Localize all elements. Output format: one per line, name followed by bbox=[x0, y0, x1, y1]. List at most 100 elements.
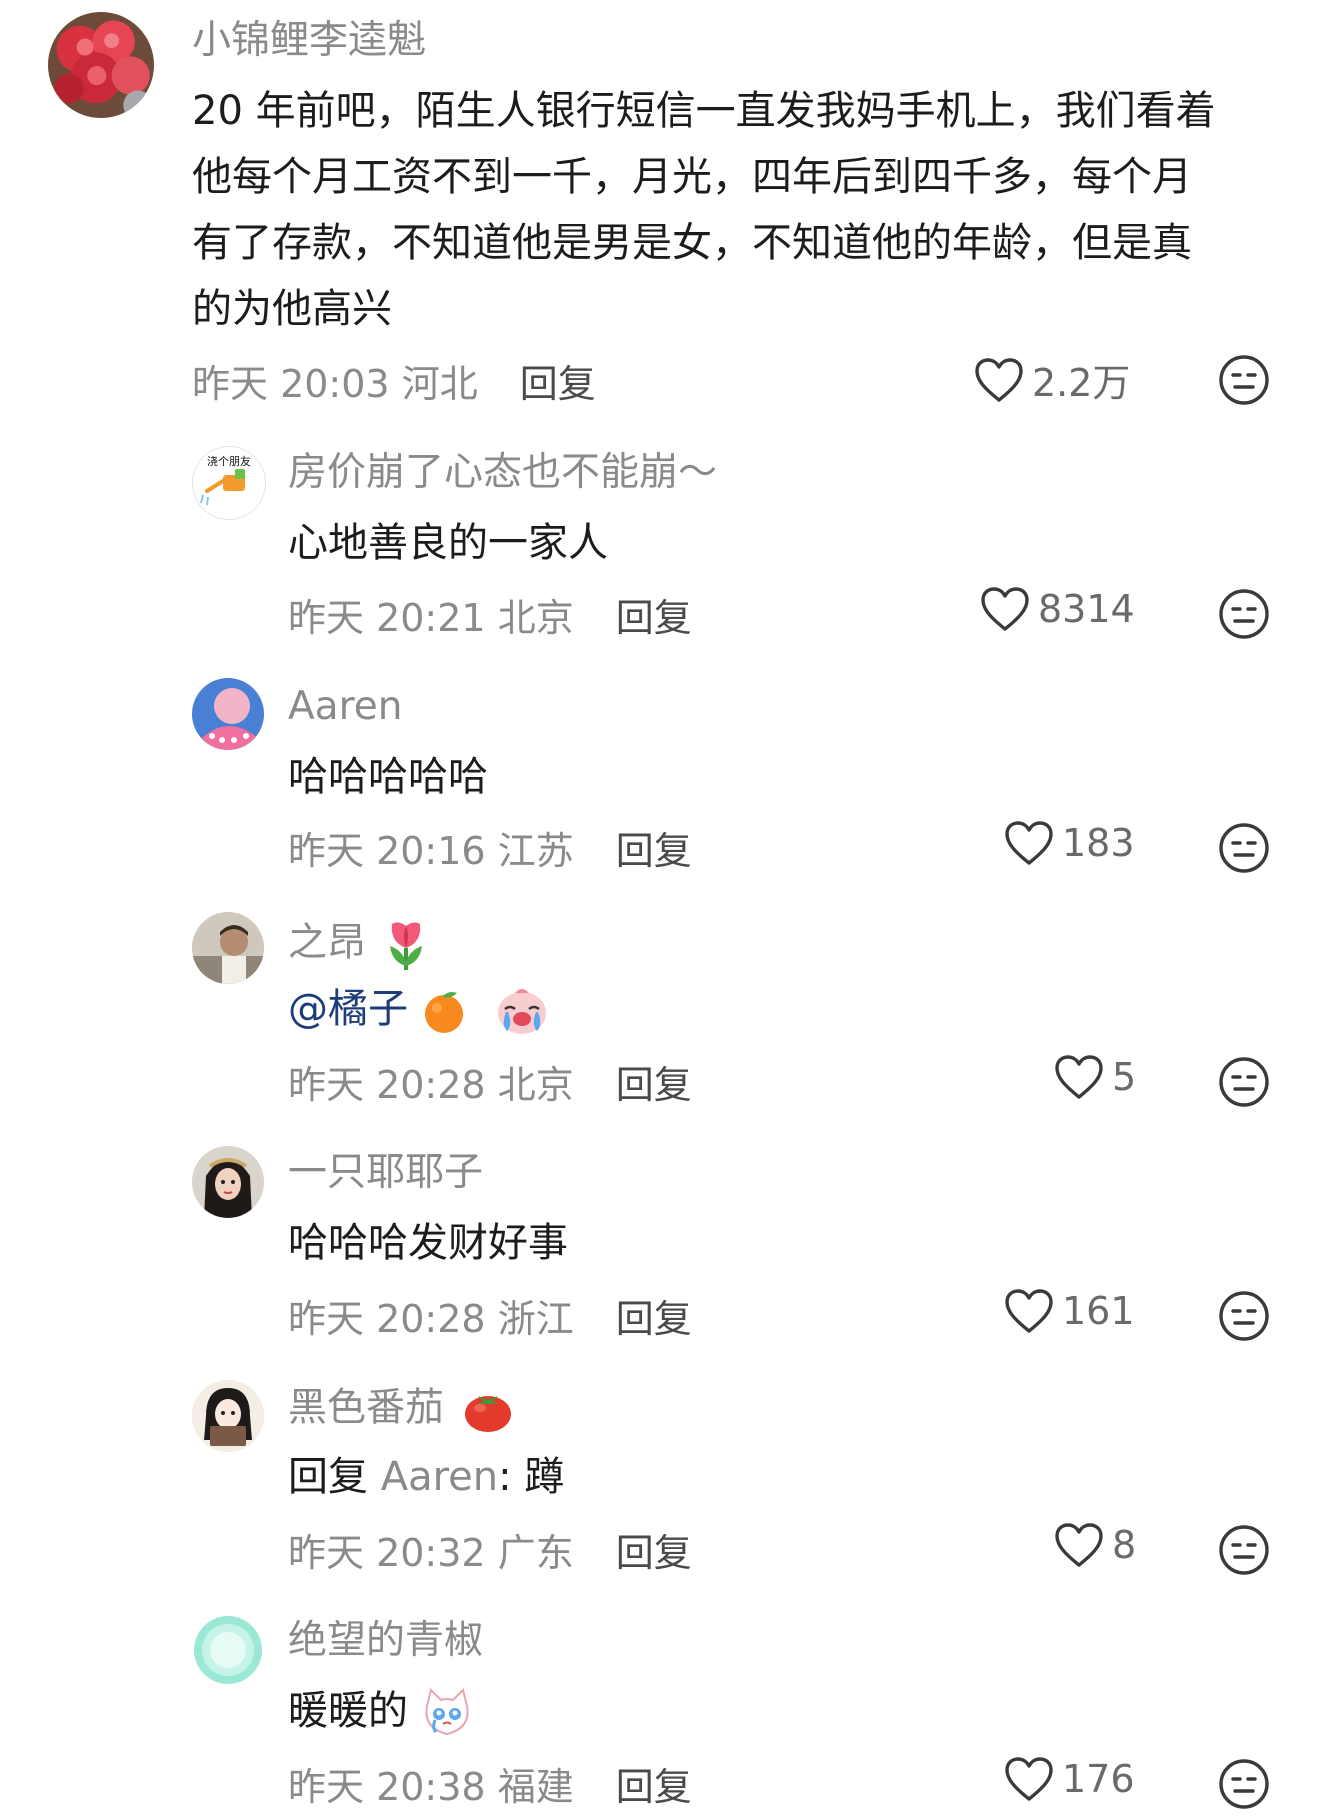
heart-outline-icon bbox=[1005, 1757, 1053, 1801]
tulip-emoji bbox=[390, 922, 423, 970]
comment-time: 昨天 20:28 bbox=[288, 1297, 486, 1341]
comment-meta: 昨天 20:21 北京 回复 bbox=[288, 587, 692, 642]
comment-location: 浙江 bbox=[497, 1297, 574, 1341]
comment-time: 昨天 20:38 bbox=[288, 1765, 486, 1809]
comment-text: 哈哈哈哈哈 bbox=[288, 754, 488, 800]
like-count: 176 bbox=[1062, 1757, 1135, 1801]
comment-text: 暖暖的 bbox=[288, 1678, 473, 1744]
comment-meta: 昨天 20:16 江苏 回复 bbox=[288, 820, 692, 875]
username[interactable]: Aaren bbox=[288, 685, 402, 729]
comment-meta: 昨天 20:28 浙江 回复 bbox=[288, 1288, 692, 1343]
reply-button[interactable]: 回复 bbox=[616, 596, 692, 640]
like-button[interactable]: 176 bbox=[1004, 1756, 1135, 1802]
reply-button[interactable]: 回复 bbox=[616, 829, 692, 873]
avatar-mint-circle-image bbox=[194, 1616, 262, 1684]
comment-text: @橘子 bbox=[288, 976, 551, 1042]
comment-body: 暖暖的 bbox=[288, 1688, 408, 1734]
avatar-person-image bbox=[192, 912, 264, 984]
neutral-face-icon[interactable] bbox=[1218, 588, 1270, 640]
avatar-watering-can-image: 浇个朋友 bbox=[200, 454, 251, 506]
comment-meta: 昨天 20:38 福建 回复 bbox=[288, 1756, 692, 1811]
avatar[interactable] bbox=[192, 1614, 264, 1686]
comment-time: 昨天 20:32 bbox=[288, 1531, 486, 1575]
neutral-face-icon[interactable] bbox=[1218, 354, 1270, 406]
comment-text-line: 20 年前吧，陌生人银行短信一直发我妈手机上，我们看着 bbox=[192, 88, 1216, 134]
avatar-person-image bbox=[192, 1146, 264, 1218]
avatar[interactable]: 浇个朋友 bbox=[192, 446, 266, 520]
username[interactable]: 黑色番茄 bbox=[288, 1386, 514, 1434]
heart-outline-icon bbox=[981, 587, 1029, 631]
avatar[interactable] bbox=[192, 1380, 264, 1452]
reply-button[interactable]: 回复 bbox=[616, 1531, 692, 1575]
username-text: 之昂 bbox=[288, 920, 367, 966]
comment-text: 哈哈哈发财好事 bbox=[288, 1220, 568, 1266]
like-count: 2.2万 bbox=[1032, 361, 1131, 405]
heart-outline-icon bbox=[1055, 1055, 1103, 1099]
reply-button[interactable]: 回复 bbox=[520, 362, 596, 406]
comment-text-line: 的为他高兴 bbox=[192, 286, 392, 332]
comment-location: 河北 bbox=[401, 362, 478, 406]
username[interactable]: 绝望的青椒 bbox=[288, 1619, 483, 1663]
like-button[interactable]: 8 bbox=[1054, 1522, 1136, 1568]
reply-button[interactable]: 回复 bbox=[616, 1063, 692, 1107]
mention-link[interactable]: @橘子 bbox=[288, 986, 408, 1032]
username[interactable]: 一只耶耶子 bbox=[288, 1151, 483, 1195]
avatar[interactable] bbox=[192, 678, 264, 750]
like-count: 161 bbox=[1062, 1289, 1135, 1333]
like-button[interactable]: 161 bbox=[1004, 1288, 1135, 1334]
comment-location: 广东 bbox=[497, 1531, 574, 1575]
comment-time: 昨天 20:16 bbox=[288, 829, 486, 873]
comment-text: 20 年前吧，陌生人银行短信一直发我妈手机上，我们看着 他每个月工资不到一千，月… bbox=[192, 78, 1216, 342]
crying-cat-emoji bbox=[425, 1688, 469, 1736]
heart-outline-icon bbox=[1055, 1523, 1103, 1567]
neutral-face-icon[interactable] bbox=[1218, 1056, 1270, 1108]
like-count: 8314 bbox=[1038, 587, 1135, 631]
reply-button[interactable]: 回复 bbox=[616, 1297, 692, 1341]
reply-button[interactable]: 回复 bbox=[616, 1765, 692, 1809]
comment-text-line: 有了存款，不知道他是男是女，不知道他的年龄，但是真 bbox=[192, 220, 1192, 266]
comment-location: 江苏 bbox=[497, 829, 574, 873]
comment-text-line: 他每个月工资不到一千，月光，四年后到四千多，每个月 bbox=[192, 154, 1192, 200]
avatar[interactable] bbox=[48, 12, 154, 118]
username-text: 黑色番茄 bbox=[288, 1385, 445, 1431]
comment-location: 北京 bbox=[497, 1063, 574, 1107]
neutral-face-icon[interactable] bbox=[1218, 822, 1270, 874]
like-button[interactable]: 8314 bbox=[980, 586, 1135, 632]
like-button[interactable]: 2.2万 bbox=[974, 352, 1130, 407]
comment-meta: 昨天 20:32 广东 回复 bbox=[288, 1522, 692, 1577]
username[interactable]: 小锦鲤李逵魁 bbox=[192, 19, 426, 63]
comment-location: 福建 bbox=[497, 1765, 574, 1809]
neutral-face-icon[interactable] bbox=[1218, 1290, 1270, 1342]
comment-meta: 昨天 20:28 北京 回复 bbox=[288, 1054, 692, 1109]
neutral-face-icon[interactable] bbox=[1218, 1758, 1270, 1810]
avatar-flowers-image bbox=[48, 12, 154, 118]
like-count: 8 bbox=[1112, 1523, 1137, 1567]
avatar[interactable] bbox=[192, 1146, 264, 1218]
like-button[interactable]: 5 bbox=[1054, 1054, 1136, 1100]
reply-prefix: 回复 bbox=[288, 1454, 368, 1500]
neutral-face-icon[interactable] bbox=[1218, 1524, 1270, 1576]
comment-time: 昨天 20:28 bbox=[288, 1063, 486, 1107]
avatar-character-image bbox=[192, 678, 264, 750]
tomato-emoji bbox=[465, 1396, 512, 1432]
like-count: 5 bbox=[1112, 1055, 1137, 1099]
like-count: 183 bbox=[1062, 821, 1135, 865]
username[interactable]: 房价崩了心态也不能崩～ bbox=[288, 451, 717, 495]
comment-item: 小锦鲤李逵魁 20 年前吧，陌生人银行短信一直发我妈手机上，我们看着 他每个月工… bbox=[0, 0, 1320, 406]
comment-time: 昨天 20:21 bbox=[288, 596, 486, 640]
heart-outline-icon bbox=[975, 357, 1023, 402]
comment-body: : 蹲 bbox=[498, 1454, 565, 1500]
comment-meta: 昨天 20:03 河北 回复 bbox=[192, 353, 596, 408]
heart-outline-icon bbox=[1005, 821, 1053, 865]
avatar-text: 浇个朋友 bbox=[207, 454, 251, 468]
reply-target-username[interactable]: Aaren bbox=[381, 1454, 498, 1500]
orange-emoji bbox=[424, 992, 463, 1033]
crying-face-emoji bbox=[498, 989, 547, 1034]
heart-outline-icon bbox=[1005, 1289, 1053, 1333]
like-button[interactable]: 183 bbox=[1004, 820, 1135, 866]
comment-text: 心地善良的一家人 bbox=[288, 520, 608, 566]
comment-location: 北京 bbox=[497, 596, 574, 640]
avatar-drawing-image bbox=[192, 1380, 264, 1452]
avatar[interactable] bbox=[192, 912, 264, 984]
username[interactable]: 之昂 bbox=[288, 918, 428, 972]
